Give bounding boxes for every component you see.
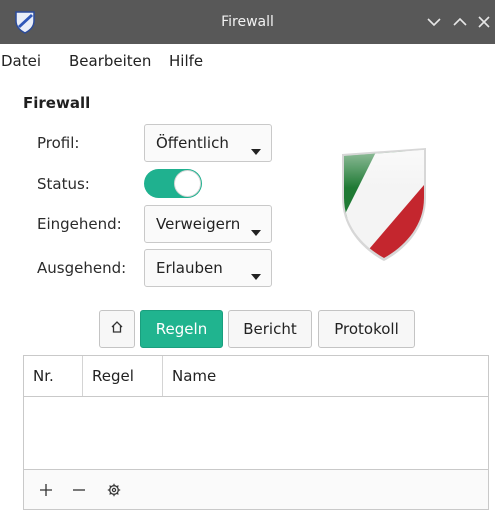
home-button[interactable] bbox=[99, 310, 135, 348]
firewall-shield-logo bbox=[338, 148, 430, 262]
incoming-label: Eingehend: bbox=[37, 215, 122, 233]
settings-icon[interactable] bbox=[104, 480, 124, 500]
tab-regeln[interactable]: Regeln bbox=[140, 310, 223, 348]
window-title: Firewall bbox=[221, 14, 274, 30]
column-header-regel[interactable]: Regel bbox=[83, 356, 163, 396]
outgoing-label: Ausgehend: bbox=[37, 259, 127, 277]
status-label: Status: bbox=[37, 175, 90, 193]
incoming-select[interactable]: Verweigern bbox=[144, 205, 272, 243]
incoming-value: Verweigern bbox=[156, 215, 241, 233]
status-toggle[interactable] bbox=[144, 169, 202, 198]
profile-value: Öffentlich bbox=[156, 134, 229, 152]
panel-title: Firewall bbox=[23, 94, 91, 112]
toggle-knob bbox=[174, 170, 201, 197]
profile-label: Profil: bbox=[37, 134, 80, 152]
rules-table: Nr. Regel Name bbox=[23, 355, 489, 470]
tab-protokoll[interactable]: Protokoll bbox=[318, 310, 415, 348]
column-header-nr[interactable]: Nr. bbox=[24, 356, 83, 396]
add-icon[interactable] bbox=[36, 480, 56, 500]
chevron-up-icon[interactable] bbox=[450, 12, 470, 32]
dropdown-arrow-icon bbox=[251, 141, 261, 159]
dropdown-arrow-icon bbox=[251, 222, 261, 240]
remove-icon[interactable] bbox=[69, 480, 89, 500]
menu-bearbeiten[interactable]: Bearbeiten bbox=[69, 52, 151, 70]
menu-bar: Datei Bearbeiten Hilfe bbox=[0, 44, 495, 78]
dropdown-arrow-icon bbox=[251, 266, 261, 284]
rules-toolbar bbox=[23, 470, 489, 510]
menu-hilfe[interactable]: Hilfe bbox=[169, 52, 203, 70]
menu-datei[interactable]: Datei bbox=[1, 52, 41, 70]
outgoing-select[interactable]: Erlauben bbox=[144, 249, 272, 287]
home-icon bbox=[110, 320, 124, 338]
profile-select[interactable]: Öffentlich bbox=[144, 124, 272, 162]
tab-bericht[interactable]: Bericht bbox=[228, 310, 312, 348]
column-header-name[interactable]: Name bbox=[163, 356, 488, 396]
chevron-down-icon[interactable] bbox=[424, 12, 444, 32]
table-header: Nr. Regel Name bbox=[24, 356, 488, 397]
outgoing-value: Erlauben bbox=[156, 259, 223, 277]
title-bar: Firewall bbox=[0, 0, 495, 44]
close-icon[interactable] bbox=[474, 12, 494, 32]
